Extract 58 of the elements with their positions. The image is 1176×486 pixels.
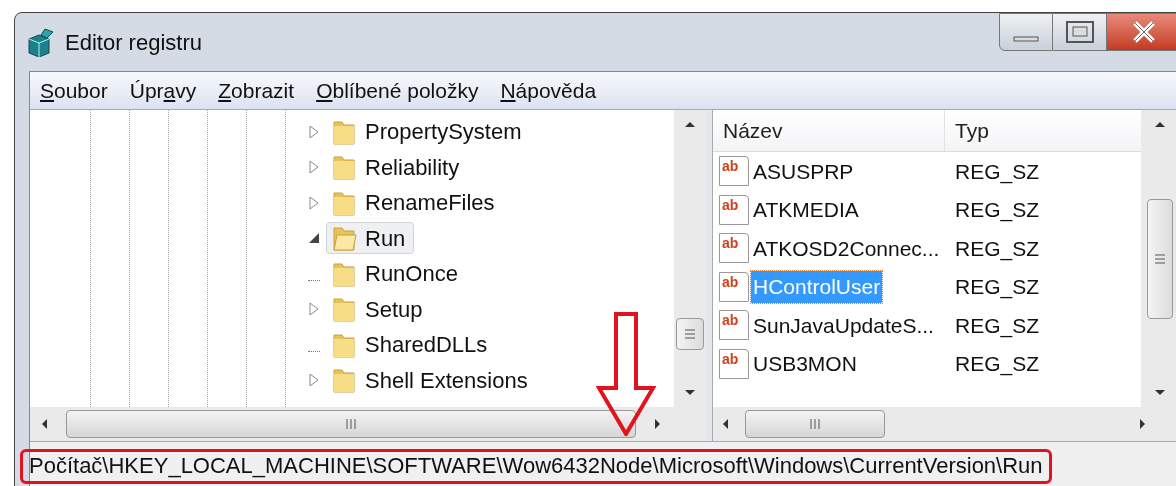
scroll-thumb[interactable] [676, 317, 704, 350]
string-value-icon: ab [719, 233, 749, 264]
window-title: Editor registru [65, 28, 202, 57]
expand-arrow-icon[interactable] [308, 373, 320, 388]
value-name[interactable]: USB3MON [751, 348, 859, 380]
menu-item[interactable]: Nápověda [500, 74, 597, 107]
registry-path: Počítač\HKEY_LOCAL_MACHINE\SOFTWARE\Wow6432Node\Microsoft\Windows\CurrentVersion\Run [29, 452, 1043, 478]
value-name[interactable]: SunJavaUpdateS... [751, 309, 936, 341]
vertical-scrollbar[interactable] [1141, 110, 1176, 407]
tree-item[interactable]: Shell Extensions [326, 364, 537, 397]
scroll-thumb[interactable] [745, 410, 885, 438]
menu-item[interactable]: Zobrazit [218, 74, 295, 107]
minimize-button[interactable] [999, 13, 1053, 51]
value-name[interactable]: ATKOSD2Connec... [751, 232, 942, 264]
grip-icon [683, 326, 697, 341]
close-icon [1131, 21, 1156, 43]
expand-arrow-icon[interactable] [308, 160, 320, 175]
string-value-icon: ab [719, 348, 749, 379]
menu-item[interactable]: Oblíbené položky [316, 74, 479, 107]
tree-item[interactable]: PropertySystem [326, 115, 531, 148]
value-type: REG_SZ [954, 312, 1040, 340]
tree-item[interactable]: Run [326, 222, 415, 255]
grip-icon [808, 417, 822, 431]
tree-item[interactable]: Setup [326, 293, 432, 326]
expand-arrow-icon[interactable] [308, 302, 320, 317]
string-value-icon: ab [719, 310, 749, 341]
minimize-icon [1013, 36, 1039, 42]
scroll-thumb[interactable] [1146, 198, 1173, 319]
maximize-button[interactable] [1053, 13, 1107, 51]
expand-arrow-icon[interactable] [308, 195, 320, 210]
tree-item[interactable]: Reliability [326, 151, 469, 184]
tree-item[interactable]: RenameFiles [326, 186, 504, 219]
close-button[interactable] [1107, 13, 1176, 51]
value-name[interactable]: ATKMEDIA [751, 194, 861, 226]
column-header[interactable]: Název [713, 110, 945, 151]
tree-item[interactable]: SharedDLLs [326, 328, 497, 361]
value-type: REG_SZ [954, 158, 1040, 186]
maximize-icon [1065, 21, 1094, 43]
value-type: REG_SZ [954, 351, 1040, 378]
vertical-scrollbar[interactable] [674, 110, 706, 407]
grip-icon [1152, 251, 1167, 266]
value-type: REG_SZ [954, 235, 1040, 263]
menu-item[interactable]: Úpravy [129, 74, 197, 107]
scroll-thumb[interactable] [66, 410, 636, 438]
value-type: REG_SZ [954, 274, 1040, 301]
collapse-arrow-icon[interactable] [308, 231, 320, 246]
value-name[interactable]: ASUSPRP [751, 155, 856, 187]
menu-item[interactable]: Soubor [40, 74, 108, 107]
tree-item[interactable]: RunOnce [326, 257, 467, 290]
string-value-icon: ab [719, 156, 749, 187]
string-value-icon: ab [719, 271, 749, 302]
horizontal-scrollbar[interactable] [713, 407, 1176, 441]
expand-arrow-icon[interactable] [308, 124, 320, 139]
column-header[interactable]: Typ [945, 110, 1141, 151]
horizontal-scrollbar[interactable] [30, 407, 706, 441]
string-value-icon: ab [719, 194, 749, 225]
grip-icon [344, 417, 358, 431]
value-type: REG_SZ [954, 197, 1040, 224]
